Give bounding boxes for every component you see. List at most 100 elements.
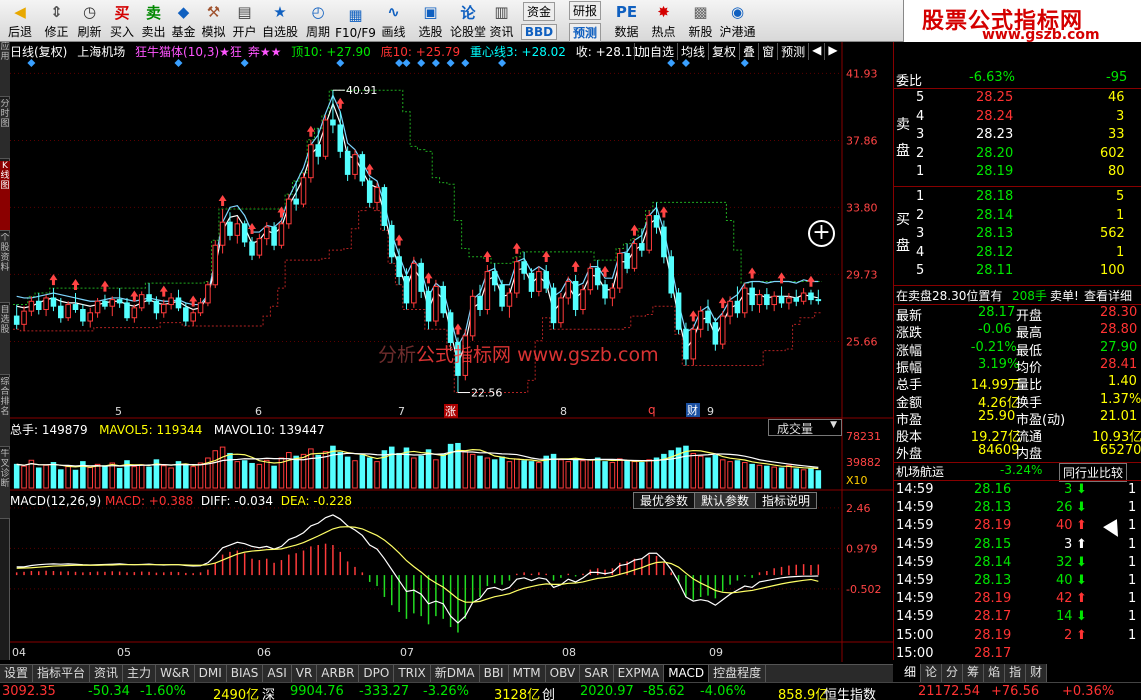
candle-body: [668, 256, 675, 294]
buy-signal-arrow-icon: [424, 272, 433, 284]
sh-change: -50.34: [88, 684, 130, 699]
stacked-bottom-label[interactable]: 预测: [568, 22, 601, 42]
toolbar-button[interactable]: ★ 自选股: [260, 0, 300, 42]
chart-tab[interactable]: 预测: [777, 43, 808, 60]
indicator-tab[interactable]: BBI: [480, 665, 509, 682]
stacked-top-label[interactable]: 研报: [568, 0, 601, 20]
toolbar-button[interactable]: ◆ 基金: [169, 0, 198, 42]
volume-bar: [764, 465, 770, 489]
toolbar-button[interactable]: ◴ 周期: [300, 0, 336, 42]
toolbar-button[interactable]: PE 数据: [608, 0, 645, 42]
indicator-tab[interactable]: 资讯: [90, 665, 124, 682]
quote-row: 15:00 28.17: [894, 646, 1141, 664]
chart-tab[interactable]: 均线: [677, 43, 708, 60]
toolbar-button[interactable]: ▥ 资讯: [487, 0, 516, 42]
stat-label: 市盈: [896, 412, 923, 428]
toolbar-button[interactable]: ⚒ 模拟: [198, 0, 229, 42]
left-nav-item[interactable]: K线图: [0, 161, 10, 231]
indicator-tab[interactable]: SAR: [580, 665, 614, 682]
left-nav-item[interactable]: 自选股: [0, 305, 10, 375]
indicator-tab[interactable]: EXPMA: [614, 665, 665, 682]
toolbar-button[interactable]: 买买入: [106, 0, 138, 42]
volume-indicator-select[interactable]: 成交量 ▼: [768, 419, 842, 436]
toolbar-button[interactable]: ▦ F10/F9: [335, 0, 376, 42]
month-label-bottom: 08: [562, 646, 576, 659]
macd-buttons: 最优参数 默认参数 指标说明: [633, 492, 818, 509]
detail-tab[interactable]: 论: [921, 664, 943, 682]
candle-body: [212, 244, 219, 286]
indicator-tab[interactable]: DMI: [195, 665, 227, 682]
volume-bar: [50, 462, 57, 489]
left-nav-item[interactable]: 牛叉诊断: [0, 449, 10, 519]
toolbar-button[interactable]: ▤ 开户: [229, 0, 260, 42]
bid-level: 5: [916, 263, 925, 278]
chart-tab[interactable]: 复权: [708, 43, 739, 60]
toolbar-button[interactable]: ✸ 热点: [645, 0, 682, 42]
prev-icon[interactable]: ◀: [808, 43, 824, 60]
left-nav-item[interactable]: 个股资料: [0, 233, 10, 303]
volume-bar: [190, 466, 196, 489]
add-icon[interactable]: +: [808, 220, 835, 247]
indicator-tab[interactable]: VR: [292, 665, 318, 682]
indicator-tab[interactable]: 控盘程度: [709, 665, 767, 682]
indicator-tab[interactable]: BIAS: [227, 665, 264, 682]
indicator-tab[interactable]: TRIX: [394, 665, 431, 682]
left-nav-item[interactable]: 应用: [0, 42, 10, 97]
detail-tab[interactable]: 细: [900, 664, 922, 682]
toolbar-button[interactable]: ◀ 后退: [0, 0, 40, 42]
macd-param-button[interactable]: 指标说明: [755, 492, 818, 509]
bid-level: 4: [916, 244, 925, 260]
indicator-tab[interactable]: 指标平台: [33, 665, 91, 682]
indicator-tab[interactable]: 新DMA: [431, 665, 480, 682]
volume-tick-label: 78231: [846, 430, 881, 443]
candle-body: [558, 297, 564, 324]
macd-param-button[interactable]: 最优参数: [633, 492, 696, 509]
detail-tab[interactable]: 分: [942, 664, 964, 682]
bid-volume: 100: [1100, 263, 1125, 278]
industry-name: 机场航运: [896, 465, 945, 479]
macd-param-button[interactable]: 默认参数: [694, 492, 757, 509]
indicator-tab[interactable]: MTM: [509, 665, 546, 682]
indicator-tab[interactable]: MACD: [664, 665, 710, 682]
detail-tab[interactable]: 筹: [963, 664, 985, 682]
detail-tab[interactable]: 指: [1005, 664, 1027, 682]
toolbar-stacked-button[interactable]: 研报 预测: [562, 0, 608, 42]
indicator-tab[interactable]: 主力: [123, 665, 157, 682]
tick-price: 28.19: [974, 627, 1012, 643]
chart-tab[interactable]: 叠: [739, 43, 758, 60]
toolbar-button[interactable]: ⇕ 修正: [40, 0, 73, 42]
toolbar-stacked-button[interactable]: 资金 BBD: [516, 0, 562, 42]
toolbar-button[interactable]: ▩ 新股: [682, 0, 719, 42]
stacked-bottom-label[interactable]: BBD: [520, 24, 558, 40]
detail-tab[interactable]: 焰: [984, 664, 1006, 682]
chart-tab[interactable]: 窗: [758, 43, 777, 60]
toolbar-button[interactable]: ◷ 刷新: [73, 0, 106, 42]
toolbar-button[interactable]: ∿ 画线: [375, 0, 412, 42]
toolbar-button[interactable]: 卖卖出: [138, 0, 169, 42]
tick-price: 28.19: [974, 591, 1012, 607]
candle-body: [286, 198, 292, 225]
tick-price: 28.13: [974, 573, 1012, 588]
volume-bar: [366, 457, 373, 489]
volume-bar: [528, 461, 535, 489]
indicator-tab[interactable]: 设置: [0, 665, 34, 682]
detail-tab[interactable]: 财: [1026, 664, 1048, 682]
toolbar-button[interactable]: ▣ 选股: [412, 0, 449, 42]
quote-row: 14:59 28.19 42 ⬆ 1: [894, 591, 1141, 609]
indicator-tab[interactable]: OBV: [546, 665, 581, 682]
toolbar-button[interactable]: ◉ 沪港通: [719, 0, 756, 42]
tick-volume: 2: [1064, 627, 1073, 643]
indicator-tab[interactable]: DPO: [359, 665, 395, 682]
stacked-top-label[interactable]: 资金: [522, 2, 555, 21]
period-label[interactable]: 日线(复权): [10, 45, 67, 59]
toolbar-button[interactable]: 论论股堂: [449, 0, 487, 42]
indicator-tab[interactable]: W&R: [156, 665, 195, 682]
next-icon[interactable]: ▶: [824, 43, 840, 60]
view-detail-link[interactable]: 查看详细: [1084, 287, 1132, 304]
left-nav-item[interactable]: 综合排名: [0, 377, 10, 447]
left-nav-item[interactable]: 分时图: [0, 99, 10, 159]
indicator-tab[interactable]: ASI: [263, 665, 292, 682]
volume-bar: [256, 463, 263, 489]
indicator-tab[interactable]: ARBR: [317, 665, 360, 682]
chart-tab[interactable]: 加自选: [634, 43, 677, 60]
